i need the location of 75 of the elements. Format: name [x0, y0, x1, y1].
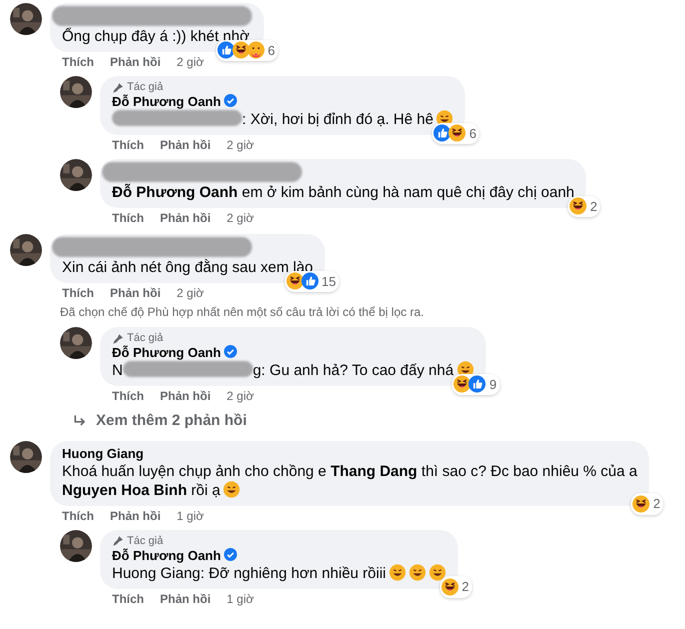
- avatar: [60, 159, 92, 191]
- action-link[interactable]: Phản hồi: [160, 388, 211, 404]
- comment-text: Khoá huấn luyện chụp ảnh cho chồng e Thang Dang thì sao c? Đc bao nhiêu % của a: [62, 462, 638, 480]
- avatar: [60, 530, 92, 562]
- laughing-face-icon: [632, 494, 650, 513]
- hugging-face-icon: [246, 41, 265, 60]
- comment-text: Nguyen Hoa Binh rồi ạ: [62, 482, 220, 498]
- author-label: Tác giả: [127, 81, 164, 94]
- avatar: [10, 440, 42, 472]
- more-replies-link[interactable]: Xem thêm 2 phản hồi: [96, 410, 247, 432]
- action-link[interactable]: Thích: [112, 590, 144, 606]
- author-name[interactable]: Đỗ Phương Oanh: [112, 548, 221, 562]
- timestamp[interactable]: 2 giờ: [226, 137, 254, 153]
- reactions-pill[interactable]: 2: [568, 196, 600, 217]
- action-link[interactable]: Phản hồi: [160, 590, 211, 606]
- laughing-face-icon: [286, 272, 304, 290]
- laughing-face-icon: [453, 375, 472, 394]
- author-name[interactable]: Đỗ Phương Oanh: [112, 345, 221, 360]
- timestamp[interactable]: 2 giờ: [176, 285, 204, 301]
- action-link[interactable]: Phản hồi: [110, 54, 161, 70]
- timestamp[interactable]: 1 giờ: [176, 508, 204, 524]
- reaction-count: 2: [590, 198, 598, 216]
- like-icon: [300, 272, 319, 290]
- laughing-face-icon: [232, 41, 250, 60]
- reaction-count: 2: [653, 495, 660, 513]
- action-link[interactable]: Phản hồi: [160, 210, 211, 226]
- action-link[interactable]: Phản hồi: [110, 508, 161, 524]
- action-link[interactable]: Thích: [112, 388, 144, 404]
- author-name[interactable]: Huong Giang: [62, 446, 144, 460]
- reaction-count: 9: [489, 376, 497, 394]
- action-link[interactable]: Thích: [62, 54, 94, 70]
- reactions-pill[interactable]: 15: [284, 270, 340, 292]
- avatar: [60, 327, 92, 359]
- smiling-face-icon: [429, 564, 446, 580]
- pen-icon: [112, 535, 124, 547]
- timestamp[interactable]: 2 giờ: [176, 54, 204, 70]
- reaction-count: 6: [268, 42, 275, 60]
- pen-icon: [112, 332, 124, 344]
- reaction-count: 2: [462, 578, 470, 596]
- laughing-face-icon: [448, 124, 466, 142]
- author-label: Tác giả: [127, 332, 164, 345]
- like-icon: [468, 375, 486, 394]
- reaction-count: 15: [322, 272, 336, 290]
- like-icon: [433, 124, 452, 142]
- laughing-face-icon: [440, 578, 459, 596]
- reactions-pill[interactable]: 6: [432, 122, 480, 144]
- action-link[interactable]: Thích: [112, 210, 144, 226]
- smiling-face-icon: [223, 480, 240, 498]
- laughing-face-icon: [569, 197, 588, 216]
- reactions-pill[interactable]: 2: [440, 576, 472, 598]
- pen-icon: [112, 82, 124, 94]
- like-icon: [216, 41, 235, 60]
- filter-notice: Đã chọn chế độ Phù hợp nhất nên một số câu trả lời có thể bị lọc ra.: [60, 304, 425, 321]
- avatar: [10, 3, 42, 35]
- action-link[interactable]: Phản hồi: [160, 137, 211, 153]
- comment-text: g: Gu anh hả? To cao đấy nhá: [252, 362, 454, 379]
- action-link[interactable]: Thích: [62, 508, 94, 524]
- action-link[interactable]: Thích: [112, 137, 144, 153]
- author-name[interactable]: Đỗ Phương Oanh: [112, 94, 221, 109]
- comment-text: Huong Giang: Đỡ nghiêng hơn nhiều rồiii: [112, 564, 386, 582]
- action-link[interactable]: Phản hồi: [110, 285, 161, 301]
- avatar: [10, 234, 42, 266]
- reaction-count: 6: [469, 124, 476, 142]
- timestamp[interactable]: 2 giờ: [226, 388, 254, 404]
- smiling-face-icon: [389, 564, 406, 580]
- reactions-pill[interactable]: 9: [452, 374, 500, 395]
- author-label: Tác giả: [127, 534, 164, 548]
- smiling-face-icon: [409, 564, 426, 580]
- timestamp[interactable]: 2 giờ: [226, 210, 254, 226]
- avatar: [60, 76, 92, 108]
- reactions-pill[interactable]: 2: [631, 493, 664, 514]
- comment-text: N: [112, 362, 123, 379]
- action-link[interactable]: Thích: [62, 285, 94, 301]
- timestamp[interactable]: 1 giờ: [226, 590, 254, 606]
- comment-text: : Xời, hơi bị đỉnh đó ạ. Hê hê: [242, 111, 434, 128]
